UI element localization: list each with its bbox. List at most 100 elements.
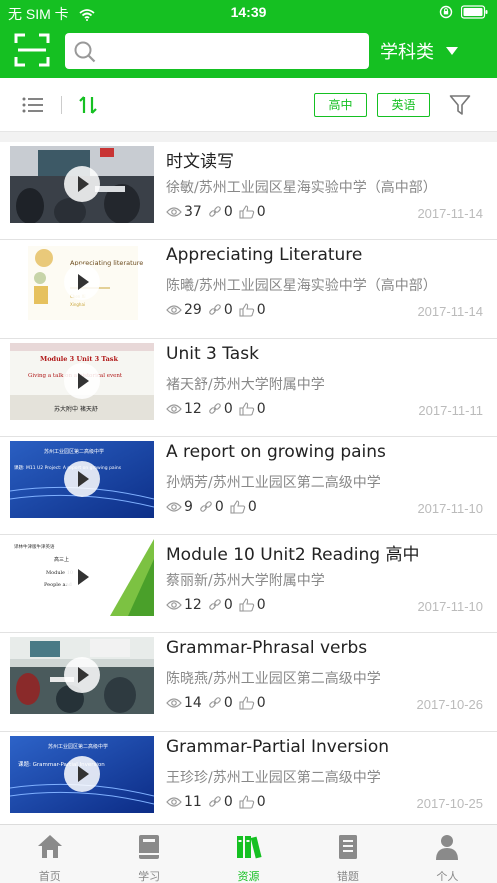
item-stats: 9 0 0 bbox=[166, 499, 263, 515]
item-author: 陈晓燕/苏州工业园区第二高级中学 bbox=[166, 671, 381, 688]
search-icon bbox=[74, 41, 96, 63]
eye-icon bbox=[166, 403, 182, 414]
tab-bar: 首页 学习 资源 错题 个人 bbox=[0, 824, 497, 883]
item-author: 徐敏/苏州工业园区星海实验中学（高中部） bbox=[166, 180, 437, 196]
link-icon bbox=[209, 304, 221, 316]
like-count: 0 bbox=[256, 695, 266, 712]
like-count: 0 bbox=[256, 302, 266, 319]
thumb-text: 苏大附中 褚天舒 bbox=[54, 405, 98, 413]
item-author: 蔡丽新/苏州大学附属中学 bbox=[166, 573, 325, 590]
status-right bbox=[439, 5, 489, 19]
filter-tag-grade[interactable]: 高中 bbox=[314, 93, 367, 117]
battery-icon bbox=[461, 5, 488, 19]
item-date: 2017-10-25 bbox=[416, 795, 484, 811]
item-title[interactable]: Grammar-Phrasal verbs bbox=[166, 638, 367, 658]
tab-home[interactable]: 首页 bbox=[0, 825, 99, 883]
list-item[interactable]: 苏州工业园区第二高级中学 课题: M11 U2 Project: A repor… bbox=[0, 437, 497, 536]
link-count: 0 bbox=[223, 793, 233, 810]
list-item[interactable]: Chen Xi Xinghai Appreciating literature … bbox=[0, 240, 497, 339]
rotation-lock-icon bbox=[439, 5, 453, 19]
thumb-text: 高三上 bbox=[54, 556, 69, 563]
tab-label: 错题 bbox=[336, 870, 359, 883]
tab-mistakes[interactable]: 错题 bbox=[298, 825, 397, 883]
thumbs-up-icon[interactable] bbox=[239, 205, 255, 219]
item-title[interactable]: A report on growing pains bbox=[166, 442, 386, 462]
subject-label: 学科类 bbox=[380, 42, 434, 63]
home-icon bbox=[37, 835, 62, 858]
link-count: 0 bbox=[223, 597, 233, 614]
scan-button[interactable] bbox=[14, 32, 50, 68]
resource-list: 时文读写 徐敏/苏州工业园区星海实验中学（高中部） 37 0 0 2017-11… bbox=[0, 142, 497, 831]
item-author: 王珍珍/苏州工业园区第二高级中学 bbox=[166, 769, 381, 786]
eye-icon bbox=[166, 797, 182, 807]
list-item[interactable]: Grammar-Phrasal verbs 陈晓燕/苏州工业园区第二高级中学 1… bbox=[0, 633, 497, 732]
filter-tag-subject[interactable]: 英语 bbox=[377, 93, 430, 117]
list-item[interactable]: 时文读写 徐敏/苏州工业园区星海实验中学（高中部） 37 0 0 2017-11… bbox=[0, 142, 497, 241]
tab-profile[interactable]: 个人 bbox=[398, 825, 497, 883]
video-thumbnail: Chen Xi Xinghai Appreciating literature bbox=[10, 244, 154, 322]
play-icon[interactable] bbox=[64, 166, 100, 202]
tab-resources[interactable]: 资源 bbox=[199, 825, 298, 883]
thumbs-up-icon[interactable] bbox=[239, 303, 255, 317]
link-icon bbox=[209, 206, 221, 217]
filter-icon[interactable] bbox=[449, 94, 471, 116]
item-title[interactable]: 时文读写 bbox=[166, 147, 234, 172]
item-date: 2017-11-10 bbox=[417, 500, 483, 516]
eye-icon bbox=[166, 207, 182, 217]
tab-label: 首页 bbox=[38, 870, 61, 883]
search-input[interactable] bbox=[105, 33, 355, 69]
thumb-text: 苏州工业园区第二高级中学 bbox=[48, 743, 108, 750]
link-icon bbox=[200, 501, 212, 512]
view-count: 12 bbox=[184, 597, 202, 614]
caret-down-icon bbox=[446, 47, 458, 55]
play-icon[interactable] bbox=[64, 559, 100, 596]
thumbs-up-icon[interactable] bbox=[239, 598, 255, 612]
link-count: 0 bbox=[223, 302, 233, 319]
video-thumbnail: 苏州工业园区第二高级中学 课题: M11 U2 Project: A repor… bbox=[10, 440, 154, 518]
link-icon bbox=[209, 402, 221, 414]
link-icon bbox=[209, 697, 221, 709]
spacer bbox=[0, 132, 497, 142]
item-author: 褚天舒/苏州大学附属中学 bbox=[166, 376, 325, 393]
person-icon bbox=[436, 835, 459, 860]
video-thumbnail: 苏州工业园区第二高级中学 课题: Grammar-Partial Inversi… bbox=[10, 735, 154, 813]
item-date: 2017-11-14 bbox=[417, 206, 483, 221]
item-title[interactable]: Appreciating Literature bbox=[166, 245, 362, 265]
video-thumbnail: Module 3 Unit 3 Task Giving a talk on a … bbox=[10, 342, 154, 420]
thumbs-up-icon[interactable] bbox=[239, 696, 255, 711]
view-count: 29 bbox=[184, 302, 202, 319]
thumbs-up-icon[interactable] bbox=[239, 402, 255, 416]
like-count: 0 bbox=[247, 498, 257, 515]
view-count: 14 bbox=[184, 695, 202, 712]
search-box[interactable] bbox=[65, 33, 369, 69]
tab-label: 个人 bbox=[436, 870, 459, 883]
view-count: 12 bbox=[184, 400, 202, 417]
item-stats: 12 0 0 bbox=[166, 401, 272, 417]
thumb-text: 译林牛津版牛津英语 bbox=[14, 543, 55, 550]
video-thumbnail bbox=[10, 637, 154, 715]
item-title[interactable]: Unit 3 Task bbox=[166, 344, 259, 364]
link-icon bbox=[209, 795, 221, 807]
list-item[interactable]: 苏州工业园区第二高级中学 课题: Grammar-Partial Inversi… bbox=[0, 732, 497, 831]
item-date: 2017-11-11 bbox=[418, 402, 483, 418]
item-title[interactable]: Grammar-Partial Inversion bbox=[166, 737, 389, 757]
subject-dropdown[interactable]: 学科类 bbox=[380, 34, 495, 68]
sort-icon[interactable] bbox=[78, 95, 98, 115]
thumbs-up-icon[interactable] bbox=[239, 795, 255, 809]
list-view-icon[interactable] bbox=[22, 95, 44, 115]
tab-study[interactable]: 学习 bbox=[99, 825, 198, 883]
status-bar: 无 SIM 卡 14:39 bbox=[0, 0, 497, 26]
item-title[interactable]: Module 10 Unit2 Reading 高中 bbox=[166, 540, 420, 565]
view-count: 37 bbox=[184, 204, 202, 220]
item-stats: 12 0 0 bbox=[166, 597, 272, 613]
list-item[interactable]: Module 3 Unit 3 Task Giving a talk on a … bbox=[0, 339, 497, 437]
list-item[interactable]: 译林牛津版牛津英语 高三上 Module 10 People and Modul… bbox=[0, 535, 497, 634]
play-icon[interactable] bbox=[64, 755, 100, 792]
play-icon[interactable] bbox=[64, 460, 100, 497]
play-icon[interactable] bbox=[64, 362, 100, 399]
thumbs-up-icon[interactable] bbox=[230, 500, 246, 514]
item-stats: 29 0 0 bbox=[166, 302, 272, 318]
like-count: 0 bbox=[256, 793, 266, 810]
link-count: 0 bbox=[223, 400, 233, 417]
like-count: 0 bbox=[256, 204, 266, 220]
